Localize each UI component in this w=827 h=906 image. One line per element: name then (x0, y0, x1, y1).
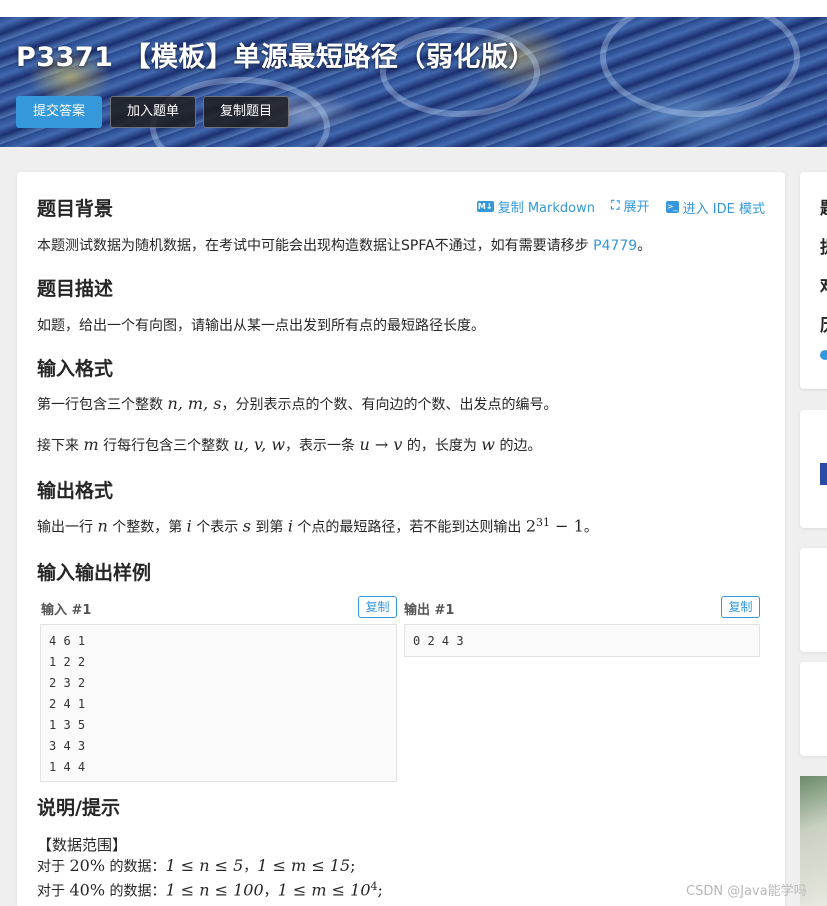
sidebar-card-3 (800, 548, 827, 652)
markdown-icon: M↓ (476, 201, 494, 212)
submit-answer-button[interactable]: 提交答案 (16, 96, 102, 128)
page-title: P3371 【模板】单源最短路径（弱化版） (16, 42, 536, 73)
math-uvw: u, v, w (233, 435, 286, 454)
output-sample-label: 输出 #1 (404, 603, 455, 618)
sidebar-info-card: 题 提 难 历 (800, 172, 827, 389)
text-span: 输出一行 (37, 519, 98, 536)
background-heading: 题目背景 (37, 198, 114, 220)
math-u-to-v: u → v (359, 435, 403, 454)
add-to-list-button[interactable]: 加入题单 (110, 96, 196, 128)
problem-card: M↓ 复制 Markdown ⛶ 展开 >_ 进入 IDE 模式 题目背景 本题… (17, 172, 785, 906)
math-m-range: 1 ≤ m ≤ 15 (257, 856, 351, 875)
text-span: ， (263, 883, 278, 900)
description-text: 如题，给出一个有向图，请输出从某一点出发到所有点的最短路径长度。 (37, 318, 485, 334)
terminal-icon: >_ (665, 201, 679, 213)
text-span: 接下来 (37, 438, 84, 454)
text-span: 个整数，第 (107, 519, 187, 536)
status-dot-icon (820, 350, 827, 360)
input-sample-label: 输入 #1 (41, 603, 92, 618)
math-s: s (242, 516, 251, 536)
input-line: 1 2 2 (49, 655, 86, 669)
input-format-line-2: 接下来 m 行每行包含三个整数 u, v, w，表示一条 u → v 的，长度为… (37, 435, 541, 455)
sidebar-card-2 (800, 410, 827, 528)
background-text: 本题测试数据为随机数据，在考试中可能会出现构造数据让SPFA不通过，如有需要请移… (37, 235, 651, 255)
copy-problem-button[interactable]: 复制题目 (203, 96, 289, 128)
ide-mode-label: 进入 IDE 模式 (682, 201, 765, 217)
input-line: 1 3 5 (49, 718, 86, 732)
output-line: 0 2 4 3 (413, 634, 464, 648)
math-m-range: 1 ≤ m ≤ 10 (277, 880, 371, 900)
math-w: w (481, 435, 495, 454)
expand-label: 展开 (623, 200, 650, 215)
input-line: 1 4 4 (49, 760, 86, 774)
input-line: 3 4 3 (49, 739, 86, 753)
copy-markdown-button[interactable]: M↓ 复制 Markdown (476, 197, 595, 216)
input-format-line-1: 第一行包含三个整数 n, m, s，分别表示点的个数、有向边的个数、出发点的编号… (37, 394, 557, 414)
text-span: 个点的最短路径，若不能到达则输出 (292, 519, 526, 536)
output-sample-box[interactable]: 0 2 4 3 (404, 624, 760, 657)
samples-heading: 输入输出样例 (37, 562, 152, 584)
text-span: ， (243, 859, 258, 875)
text-span: 的数据： (105, 883, 166, 900)
math-exponent: 31 (536, 516, 551, 529)
math-minus-one: − 1 (550, 516, 584, 536)
input-format-heading: 输入格式 (37, 358, 114, 380)
output-format-heading: 输出格式 (37, 480, 114, 502)
ide-mode-button[interactable]: >_ 进入 IDE 模式 (665, 198, 765, 217)
text-span: 到第 (250, 519, 288, 536)
expand-button[interactable]: ⛶ 展开 (611, 196, 649, 215)
copy-markdown-label: 复制 Markdown (497, 201, 595, 216)
input-line: 2 4 1 (49, 697, 86, 711)
input-line: 4 6 1 (49, 634, 86, 648)
sidebar-char: 题 (820, 194, 827, 219)
sidebar-char: 提 (820, 233, 827, 258)
text-span: 对于 (37, 859, 70, 875)
math-n-range: 1 ≤ n ≤ 5 (165, 856, 244, 875)
text-span: ，表示一条 (285, 438, 360, 454)
output-format-text: 输出一行 n 个整数，第 i 个表示 s 到第 i 个点的最短路径，若不能到达则… (37, 516, 598, 537)
data-range-line-2: 对于 40% 的数据：1 ≤ n ≤ 100，1 ≤ m ≤ 104; (37, 880, 383, 901)
expand-icon: ⛶ (611, 198, 620, 212)
text-span: 第一行包含三个整数 (37, 397, 168, 413)
watermark: CSDN @Java能学吗 (686, 884, 807, 899)
math-semicolon: ; (377, 880, 383, 900)
math-two: 2 (525, 516, 537, 536)
math-percent: 20% (69, 856, 106, 875)
math-m: m (83, 435, 99, 454)
text-span: 行每行包含三个整数 (98, 438, 234, 454)
data-range-title: 【数据范围】 (37, 836, 128, 854)
problem-toolbar: M↓ 复制 Markdown ⛶ 展开 >_ 进入 IDE 模式 (465, 196, 765, 217)
math-n: n (97, 516, 108, 536)
sidebar-tag[interactable] (820, 463, 827, 485)
input-line: 2 3 2 (49, 676, 86, 690)
math-percent: 40% (69, 880, 106, 900)
text-span: 的数据： (105, 859, 166, 875)
copy-output-button[interactable]: 复制 (721, 596, 760, 618)
text-span: 个表示 (191, 519, 243, 536)
output-sample-lines: 0 2 4 3 (413, 631, 751, 652)
top-strip (0, 0, 827, 17)
input-sample-lines: 4 6 1 1 2 2 2 3 2 2 4 1 1 3 5 3 4 3 1 4 4 (49, 631, 388, 778)
text-span: 的边。 (495, 438, 542, 454)
text-span: 。 (583, 519, 598, 536)
math-n-range: 1 ≤ n ≤ 100 (165, 880, 264, 900)
description-heading: 题目描述 (37, 278, 114, 300)
math-semicolon: ; (350, 856, 356, 875)
input-sample-box[interactable]: 4 6 1 1 2 2 2 3 2 2 4 1 1 3 5 3 4 3 1 4 4 (40, 624, 397, 782)
sidebar-card-4 (800, 662, 827, 756)
math-nms: n, m, s (167, 394, 222, 413)
sidebar-char: 难 (820, 272, 827, 297)
background-end: 。 (637, 238, 652, 254)
copy-input-button[interactable]: 复制 (358, 596, 397, 618)
text-span: 的，长度为 (402, 438, 482, 454)
text-span: 对于 (37, 883, 70, 900)
background-body: 本题测试数据为随机数据，在考试中可能会出现构造数据让SPFA不通过，如有需要请移… (37, 238, 594, 254)
text-span: ，分别表示点的个数、有向边的个数、出发点的编号。 (221, 397, 558, 413)
sidebar-char: 历 (820, 311, 827, 336)
p4779-link[interactable]: P4779 (593, 238, 637, 254)
problem-header: P3371 【模板】单源最短路径（弱化版） 提交答案 加入题单 复制题目 (0, 17, 827, 147)
hints-heading: 说明/提示 (37, 797, 120, 819)
math-exponent: 4 (370, 880, 378, 893)
data-range-line-1: 对于 20% 的数据：1 ≤ n ≤ 5，1 ≤ m ≤ 15; (37, 856, 356, 876)
